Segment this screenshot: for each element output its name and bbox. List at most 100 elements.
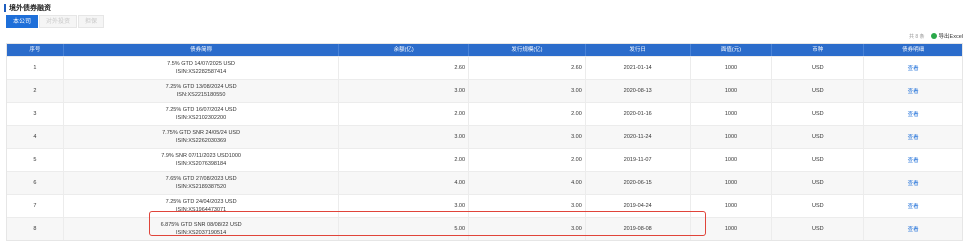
issue-date-cell: 2020-11-24 [586,126,691,148]
face-value-cell: 1000 [691,80,773,102]
table-row: 5 7.9% SNR 07/11/2023 USD1000 ISIN:XS20763… [7,148,962,171]
currency-cell: USD [772,172,865,194]
bond-isin: ISIN:XS2189387520 [176,184,227,190]
bond-isin: ISIN:XS2282587414 [176,69,227,75]
balance-cell: 4.00 [339,172,470,194]
issue-date-cell: 2021-01-14 [586,57,691,79]
detail-cell: 查看 [864,57,962,79]
issue-date-cell: 2020-08-13 [586,80,691,102]
issue-size-cell: 2.00 [469,149,586,171]
view-detail-link[interactable]: 查看 [908,225,919,233]
detail-cell: 查看 [864,218,962,240]
balance-cell: 3.00 [339,80,470,102]
table-row: 4 7.75% GTD SNR 24/05/24 USD ISIN:XS226203… [7,125,962,148]
bond-name-cell: 7.5% GTD 14/07/2025 USD ISIN:XS2282587414 [64,57,340,79]
view-detail-link[interactable]: 查看 [908,87,919,95]
view-detail-link[interactable]: 查看 [908,156,919,164]
currency-cell: USD [772,126,865,148]
bond-name-cell: 7.25% GTD 16/07/2024 USD ISIN:XS210230220… [64,103,340,125]
issue-size-cell: 3.00 [469,80,586,102]
bond-name-cell: 7.75% GTD SNR 24/05/24 USD ISIN:XS2262030… [64,126,340,148]
balance-cell: 2.00 [339,103,470,125]
bond-short-name: 7.75% GTD SNR 24/05/24 USD [162,130,241,136]
detail-cell: 查看 [864,149,962,171]
column-header-detail: 债券明细 [902,47,925,53]
column-header-issue-date: 发行日 [586,44,691,56]
tab-own-company[interactable]: 本公司 [6,15,39,28]
section-header: 境外债券融资 [4,2,51,14]
view-detail-link[interactable]: 查看 [908,179,919,187]
face-value-cell: 1000 [691,172,773,194]
row-number: 1 [7,57,64,79]
face-value-cell: 1000 [691,126,773,148]
bond-short-name: 7.5% GTD 14/07/2025 USD [167,61,236,67]
row-number: 2 [7,80,64,102]
face-value-cell: 1000 [691,57,773,79]
bond-short-name: 7.25% GTD 24/04/2023 USD [165,199,237,205]
row-number: 4 [7,126,64,148]
detail-cell: 查看 [864,195,962,217]
issue-date-cell: 2020-06-15 [586,172,691,194]
column-header-currency: 币种 [772,44,865,56]
currency-cell: USD [772,57,865,79]
export-excel-label: 导出Excel [938,34,963,40]
issue-date-cell: 2019-11-07 [586,149,691,171]
view-detail-link[interactable]: 查看 [908,133,919,141]
view-detail-link[interactable]: 查看 [908,110,919,118]
detail-cell: 查看 [864,172,962,194]
currency-cell: USD [772,103,865,125]
bond-short-name: 7.25% GTD 13/08/2024 USD [165,84,237,90]
face-value-cell: 1000 [691,103,773,125]
issue-date-cell: 2020-01-16 [586,103,691,125]
column-header-balance: 余额(亿) [339,44,470,56]
highlight-box [149,211,706,236]
column-header-issue-size: 发行规模(亿) [469,44,586,56]
table-toolbar: 共 8 条 导出Excel [909,32,963,40]
bond-short-name: 7.25% GTD 16/07/2024 USD [165,107,237,113]
row-number: 3 [7,103,64,125]
detail-cell: 查看 [864,126,962,148]
export-excel-button[interactable]: 导出Excel [930,32,963,40]
record-count: 共 8 条 [908,33,925,40]
column-header-name: 债券简称 [64,44,340,56]
tab-bar: 本公司 对外投资 担保 [6,15,105,28]
bond-isin: ISN:XS2215180550 [176,92,226,98]
table-row: 1 7.5% GTD 14/07/2025 USD ISIN:XS228258741… [7,56,962,79]
excel-icon [930,33,937,39]
currency-cell: USD [772,80,865,102]
bond-isin: ISIN:XS2262030369 [176,138,227,144]
bond-name-cell: 7.25% GTD 13/08/2024 USD ISN:XS2215180550 [64,80,340,102]
column-header-no: 序号 [7,44,64,56]
view-detail-link[interactable]: 查看 [908,64,919,72]
face-value-cell: 1000 [691,149,773,171]
table-row: 6 7.65% GTD 27/08/2023 USD ISIN:XS21893875… [7,171,962,194]
currency-cell: USD [772,218,865,240]
row-number: 5 [7,149,64,171]
currency-cell: USD [772,195,865,217]
table-row: 3 7.25% GTD 16/07/2024 USD ISIN:XS21023022… [7,102,962,125]
balance-cell: 2.60 [339,57,470,79]
issue-size-cell: 2.60 [469,57,586,79]
row-number: 7 [7,195,64,217]
row-number: 6 [7,172,64,194]
detail-cell: 查看 [864,103,962,125]
issue-size-cell: 2.00 [469,103,586,125]
bond-short-name: 7.65% GTD 27/08/2023 USD [165,176,237,182]
bond-isin: ISIN:XS2076398184 [176,161,227,167]
issue-size-cell: 3.00 [469,126,586,148]
tab-guarantee[interactable]: 担保 [78,15,105,28]
balance-cell: 2.00 [339,149,470,171]
currency-cell: USD [772,149,865,171]
bond-name-cell: 7.9% SNR 07/11/2023 USD1000 ISIN:XS207639… [64,149,340,171]
bond-isin: ISIN:XS2102302200 [176,115,227,121]
detail-cell: 查看 [864,80,962,102]
table-header: 序号 债券简称 余额(亿) 发行规模(亿) 发行日 面值(元) 币种 债券明细 [7,44,962,56]
bond-short-name: 7.9% SNR 07/11/2023 USD1000 [161,153,241,159]
tab-external-investment[interactable]: 对外投资 [39,15,78,28]
bond-name-cell: 7.65% GTD 27/08/2023 USD ISIN:XS218938752… [64,172,340,194]
row-number: 8 [7,218,64,240]
table-row: 2 7.25% GTD 13/08/2024 USD ISN:XS221518055… [7,79,962,102]
column-header-face-value: 面值(元) [691,44,773,56]
issue-size-cell: 4.00 [469,172,586,194]
view-detail-link[interactable]: 查看 [908,202,919,210]
